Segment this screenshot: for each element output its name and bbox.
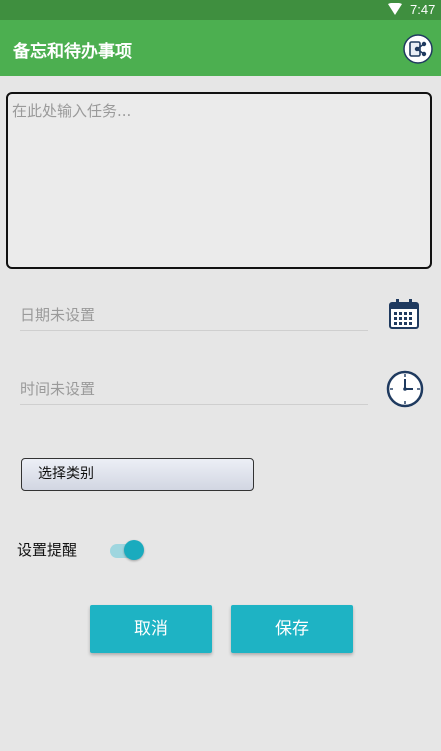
clock-icon[interactable] — [386, 370, 424, 408]
task-input[interactable] — [6, 92, 432, 269]
category-select[interactable]: 选择类别 — [21, 458, 254, 491]
save-button[interactable]: 保存 — [231, 605, 353, 653]
reminder-label: 设置提醒 — [17, 541, 78, 559]
wifi-icon — [388, 3, 402, 15]
share-icon[interactable] — [403, 34, 433, 64]
calendar-icon[interactable] — [388, 298, 420, 330]
toggle-thumb — [124, 540, 144, 560]
cancel-button[interactable]: 取消 — [90, 605, 212, 653]
time-field-text: 时间未设置 — [20, 380, 96, 398]
status-bar: 7:47 — [0, 0, 441, 20]
status-time: 7:47 — [410, 2, 436, 17]
cancel-label: 取消 — [134, 619, 168, 639]
save-label: 保存 — [275, 619, 309, 639]
app-bar: 备忘和待办事项 — [0, 20, 441, 76]
time-field[interactable]: 时间未设置 — [20, 374, 368, 405]
category-label: 选择类别 — [38, 466, 94, 482]
app-title: 备忘和待办事项 — [13, 42, 132, 62]
reminder-toggle[interactable] — [108, 539, 146, 561]
date-field[interactable]: 日期未设置 — [20, 300, 368, 331]
date-field-text: 日期未设置 — [20, 306, 96, 324]
